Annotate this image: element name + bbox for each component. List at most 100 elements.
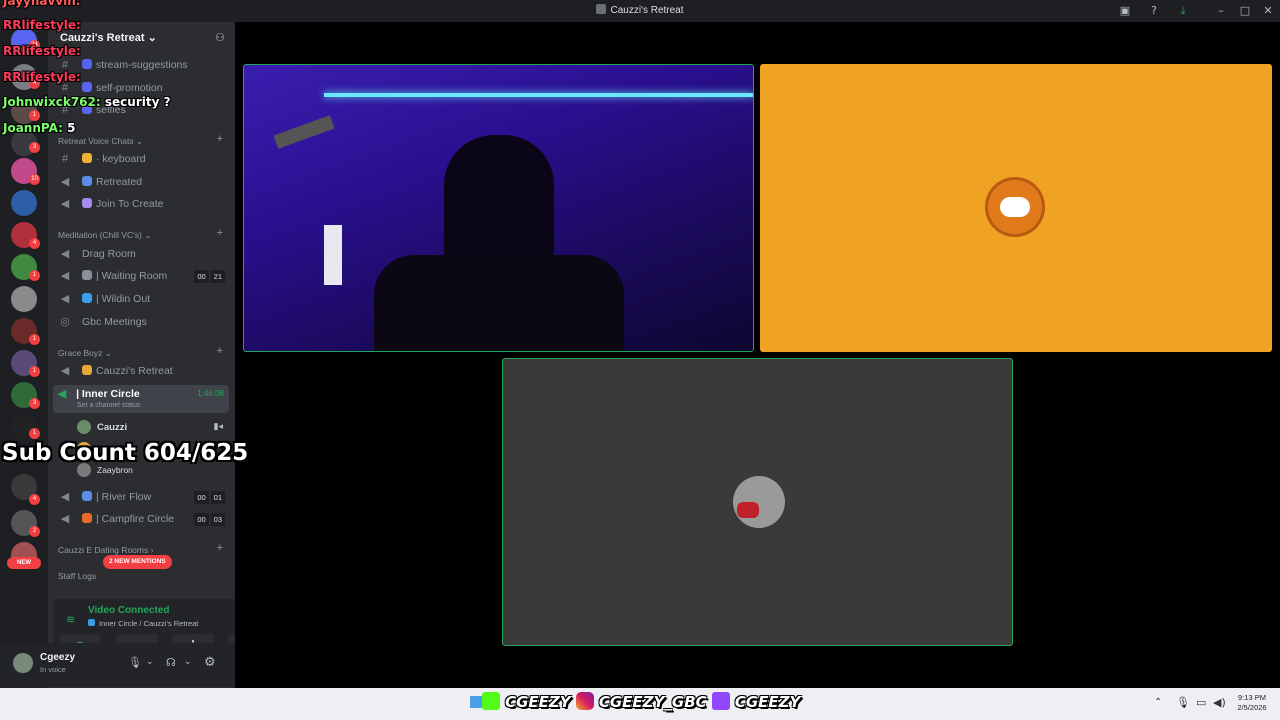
microphone-icon[interactable]: 🎙︎ <box>128 656 142 669</box>
category-retreat-voice[interactable]: Retreat Voice Chats ⌄ <box>58 136 143 147</box>
channel-inner-circle[interactable]: ◀ | Inner Circle 1:46:08 Set a channel st… <box>53 385 229 413</box>
overlay-chat-line: Jayyhavvin: <box>3 0 81 8</box>
mention-badge: 1 <box>29 110 40 121</box>
speaker-icon: ◀ <box>60 176 70 188</box>
channel-inner-circle-label: ◀ | Inner Circle <box>58 388 140 400</box>
overlay-chat-line: Johnwixck762: security ? <box>3 95 171 109</box>
social-twitch: CGEEZY <box>734 693 801 711</box>
server-icon <box>596 4 607 14</box>
channel-waiting-room[interactable]: ◀ | Waiting Room <box>58 267 167 285</box>
video-icon: ▮◂ <box>213 421 223 431</box>
mention-badge: 4 <box>29 238 40 249</box>
category-grace-boyz[interactable]: Grace Boyz ⌄ <box>58 348 112 359</box>
mention-badge: 1 <box>29 428 40 439</box>
minimize-button[interactable]: – <box>1213 3 1229 19</box>
chevron-down-icon[interactable]: ⌄ <box>146 657 154 667</box>
clock[interactable]: 9:13 PM 2/5/2026 <box>1232 693 1272 713</box>
channel-wildin-out[interactable]: ◀ | Wildin Out <box>58 290 150 308</box>
connection-status[interactable]: Video Connected <box>88 605 170 616</box>
channel-status[interactable]: Set a channel status <box>77 402 140 409</box>
volume-icon[interactable]: ◀) <box>1213 696 1226 709</box>
video-tile-user[interactable] <box>502 358 1013 646</box>
maximize-button[interactable]: □ <box>1237 3 1253 19</box>
sparkle-icon <box>82 153 92 163</box>
channel-keyboard[interactable]: # · keyboard <box>58 150 146 168</box>
channel-cauzzis-retreat[interactable]: ◀ Cauzzi's Retreat <box>58 362 173 380</box>
led-strip <box>324 93 753 97</box>
hash-icon: # <box>61 153 69 165</box>
download-icon[interactable]: ⤓ <box>1175 3 1191 19</box>
overlay-chat-line: RRlifestyle: <box>3 44 81 58</box>
social-instagram: CGEEZY_GBC <box>598 693 707 711</box>
category-staff[interactable]: Staff Logs <box>58 571 96 581</box>
speaker-icon: ◀ <box>60 513 70 525</box>
socials-banner: CGEEZY CGEEZY_GBC CGEEZY <box>482 692 800 711</box>
add-channel-icon[interactable]: + <box>217 227 223 239</box>
category-dating[interactable]: Cauzzi E Dating Rooms › <box>58 545 153 555</box>
sub-count-overlay: Sub Count 604/625 <box>2 440 249 466</box>
emoji-icon <box>82 293 92 303</box>
server-icon[interactable] <box>11 286 37 312</box>
add-channel-icon[interactable]: + <box>217 133 223 145</box>
add-member-icon[interactable]: ⚇ <box>215 31 225 44</box>
mention-badge: 2 <box>29 526 40 537</box>
chevron-up-icon[interactable]: ⌃ <box>1154 697 1162 708</box>
channel-campfire-circle[interactable]: ◀ | Campfire Circle <box>58 510 174 528</box>
username: Cgeezy <box>40 652 76 663</box>
channel-gbc-meetings[interactable]: ◎ Gbc Meetings <box>58 313 147 331</box>
title-bar: Cauzzi's Retreat ▣ ? ⤓ – □ ✕ <box>0 0 1280 22</box>
chevron-down-icon[interactable]: ⌄ <box>184 657 192 667</box>
channel-drag-room[interactable]: ◀ Drag Room <box>58 245 136 263</box>
channel-join-to-create[interactable]: ◀ Join To Create <box>58 195 164 213</box>
mention-badge: 10 <box>29 174 40 185</box>
gear-icon[interactable]: ⚙ <box>204 655 216 670</box>
avatar <box>733 476 785 528</box>
video-tile-avatar[interactable] <box>760 64 1272 352</box>
close-button[interactable]: ✕ <box>1260 3 1276 19</box>
emoji-icon <box>82 176 92 186</box>
microphone-icon[interactable]: 🎙︎ <box>1176 696 1190 709</box>
user-count: 00 21 <box>192 270 225 283</box>
user-count: 00 01 <box>192 491 225 504</box>
new-pill[interactable]: NEW <box>7 557 41 569</box>
speaker-icon: ◀ <box>60 491 70 503</box>
speaker-icon: ◀ <box>60 248 70 260</box>
add-channel-icon[interactable]: + <box>217 345 223 357</box>
server-header[interactable]: Cauzzi's Retreat ⌄ <box>60 31 157 44</box>
plus-emoji-icon <box>82 198 92 208</box>
speaker-icon: ◀ <box>60 270 70 282</box>
headphones-icon[interactable]: ☊ <box>166 656 176 669</box>
connection-location[interactable]: Inner Circle / Cauzzi's Retreat <box>88 619 198 628</box>
speaker-icon: ◀ <box>60 293 70 305</box>
avatar-detail <box>737 502 759 518</box>
emoji-icon <box>82 270 92 280</box>
emoji-icon <box>82 491 92 501</box>
video-stage <box>235 22 1280 688</box>
call-timer: 1:46:08 <box>197 389 224 398</box>
mention-badge: 1 <box>29 270 40 281</box>
emoji-icon <box>82 82 92 92</box>
discord-logo-icon <box>1000 197 1030 217</box>
instagram-icon <box>575 692 594 710</box>
overlay-chat-line: JoannPA: 5 <box>3 121 76 135</box>
user-count: 00 03 <box>192 513 225 526</box>
signal-icon: ≋ <box>66 614 76 626</box>
windows-start-icon[interactable] <box>470 696 482 708</box>
mention-badge: 3 <box>29 142 40 153</box>
inbox-icon[interactable]: ▣ <box>1117 3 1133 19</box>
channel-river-flow[interactable]: ◀ | River Flow <box>58 488 151 506</box>
new-mentions-pill[interactable]: 2 NEW MENTIONS <box>103 555 172 569</box>
avatar[interactable] <box>13 653 33 673</box>
add-channel-icon[interactable]: + <box>217 542 223 554</box>
video-tile-camera[interactable] <box>243 64 754 352</box>
emoji-icon <box>82 59 92 69</box>
overlay-chat-line: RRlifestyle: <box>3 18 81 32</box>
network-icon[interactable]: ▭ <box>1196 696 1206 709</box>
voice-user[interactable]: Cauzzi <box>77 420 127 434</box>
social-kick: CGEEZY <box>505 693 571 711</box>
help-icon[interactable]: ? <box>1146 3 1162 19</box>
channel-retreated[interactable]: ◀ Retreated <box>58 173 142 191</box>
server-icon[interactable] <box>11 190 37 216</box>
streamer-body <box>374 255 624 351</box>
category-meditation[interactable]: Meditation (Chill VC's) ⌄ <box>58 230 151 241</box>
